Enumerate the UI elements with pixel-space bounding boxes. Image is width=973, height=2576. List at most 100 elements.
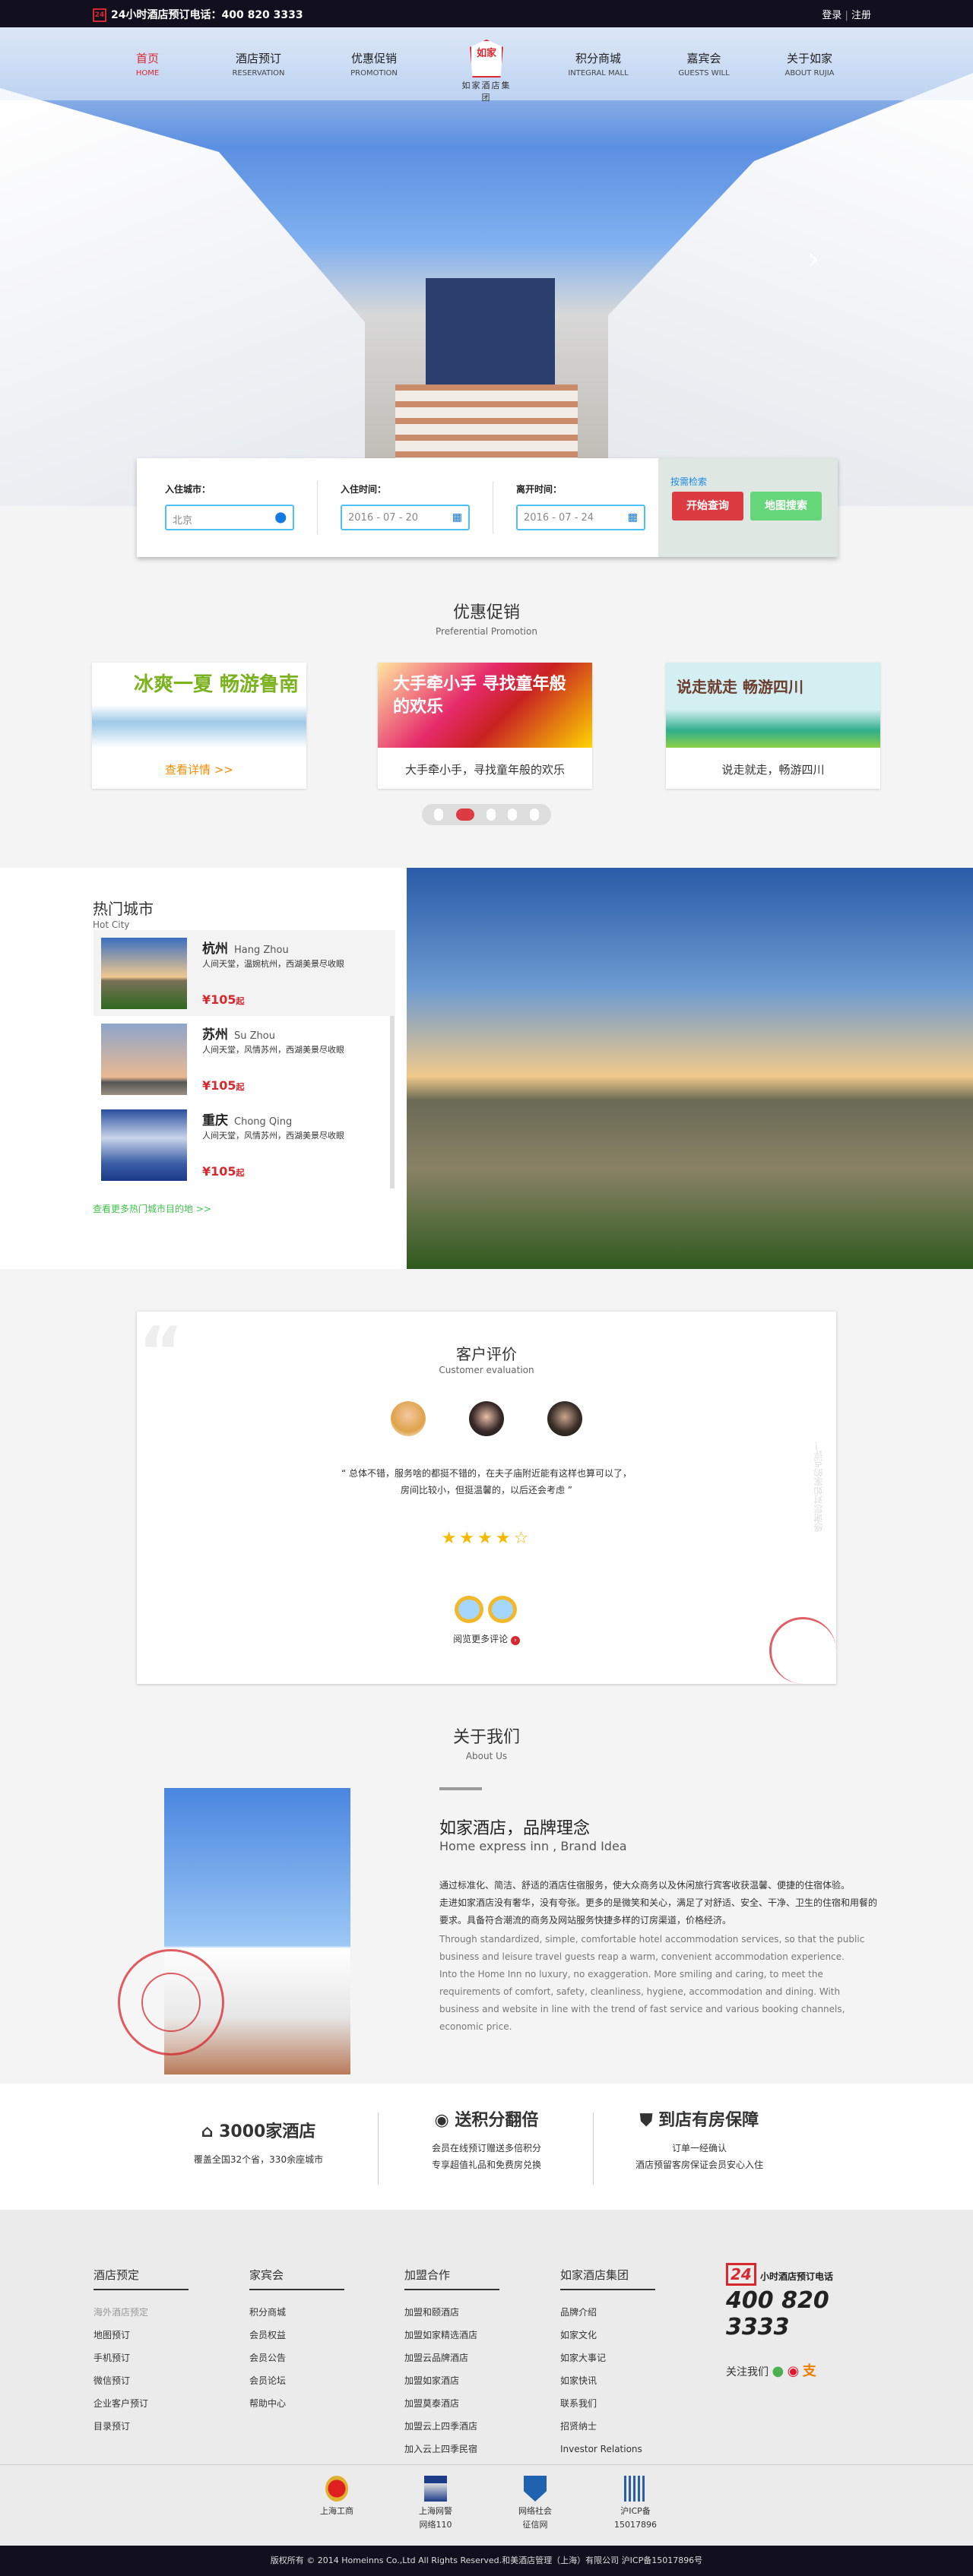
city-input[interactable]: 北京 ⬤ xyxy=(165,505,294,530)
calendar-icon[interactable]: ▦ xyxy=(452,511,462,524)
footer-link[interactable]: 帮助中心 xyxy=(249,2392,344,2415)
city-item[interactable]: 杭州 Hang Zhou 人间天堂，温婉杭州，西湖美景尽收眼 ¥105起 xyxy=(93,930,395,1016)
footer-link[interactable]: 加盟和颐酒店 xyxy=(404,2301,499,2324)
arrow-right-icon: › xyxy=(510,1636,520,1645)
city-photo xyxy=(101,1024,187,1095)
checkout-value: 2016 - 07 - 24 xyxy=(524,512,594,524)
login-link[interactable]: 登录 xyxy=(822,10,841,21)
weibo-icon[interactable]: ◉ xyxy=(788,2363,800,2379)
footer-link[interactable]: 手机预订 xyxy=(93,2347,189,2369)
nav-integral-mall[interactable]: 积分商城 INTEGRAL MALL xyxy=(553,50,644,78)
shield-badge-icon xyxy=(524,2476,547,2502)
footer-col-group: 如家酒店集团 品牌介绍 如家文化 如家大事记 如家快讯 联系我们 招贤纳士 Investor… xyxy=(560,2267,655,2460)
footer-link[interactable]: 会员论坛 xyxy=(249,2369,344,2392)
feature-item: ⌂ 3000家酒店 覆盖全国32个省，330余座城市 xyxy=(133,2118,384,2168)
carousel-dots xyxy=(422,804,551,825)
search-panel: 入住城市： 北京 ⬤ 入住时间： 2016 - 07 - 20 ▦ 离开时间： 2016 … xyxy=(137,458,838,557)
city-item[interactable]: 重庆 Chong Qing 人间天堂，风情苏州，西湖美景尽收眼 ¥105起 xyxy=(93,1102,395,1188)
footer-link[interactable]: 海外酒店预定 xyxy=(93,2301,189,2324)
promo-card[interactable]: 大手牵小手 寻找童年般的欢乐 大手牵小手，寻找童年般的欢乐 xyxy=(378,663,592,789)
footer-col-franchise: 加盟合作 加盟和颐酒店 加盟如家精选酒店 加盟云品牌酒店 加盟如家酒店 加盟莫泰酒店 加盟… xyxy=(404,2267,499,2460)
more-cities-link[interactable]: 查看更多热门城市目的地 >> xyxy=(93,1202,211,1215)
promo-card[interactable]: 说走就走 畅游四川 说走就走，畅游四川 xyxy=(666,663,880,789)
footer-link[interactable]: 如家大事记 xyxy=(560,2347,655,2369)
advanced-search-link[interactable]: 按需检索 xyxy=(670,475,707,488)
about-paragraph: 通过标准化、简洁、舒适的酒店住宿服务，使大众商务以及休闲旅行宾客收获温馨、便捷的… xyxy=(439,1880,851,1891)
nav-reservation[interactable]: 酒店预订 RESERVATION xyxy=(213,50,304,78)
footer-link[interactable]: 加盟莫泰酒店 xyxy=(404,2392,499,2415)
checkout-input[interactable]: 2016 - 07 - 24 ▦ xyxy=(516,505,645,530)
follow-label: 关注我们 xyxy=(726,2366,769,2378)
footer-link[interactable]: 加盟云品牌酒店 xyxy=(404,2347,499,2369)
promo-caption: 说走就走，畅游四川 xyxy=(721,763,825,777)
register-link[interactable]: 注册 xyxy=(851,10,871,21)
hotline-title: 小时酒店预订电话 xyxy=(759,2271,833,2282)
avatar[interactable] xyxy=(547,1401,582,1436)
map-search-button[interactable]: 地图搜索 xyxy=(750,492,822,521)
footer-link[interactable]: 加盟如家精选酒店 xyxy=(404,2324,499,2347)
city-price: ¥105 xyxy=(202,1078,236,1093)
home-express-stamp-icon xyxy=(118,1949,224,2055)
city-item[interactable]: 苏州 Su Zhou 人间天堂，风情苏州，西湖美景尽收眼 ¥105起 xyxy=(93,1016,395,1102)
more-reviews-link[interactable]: 阅览更多评论 › xyxy=(137,1632,836,1645)
badge-icp[interactable]: 沪ICP备 15017896 xyxy=(601,2476,670,2532)
carousel-dot[interactable] xyxy=(529,809,539,821)
calendar-icon[interactable]: ▦ xyxy=(628,511,638,524)
promo-banner-text: 大手牵小手 寻找童年般的欢乐 xyxy=(393,675,566,717)
footer-link[interactable]: 加入云上四季民宿 xyxy=(404,2438,499,2460)
section-title: 关于我们 xyxy=(452,1728,520,1747)
binoculars-icon xyxy=(453,1594,520,1625)
certification-badges: 上海工商 上海网警 网络110 网络社会 征信网 沪ICP备 15017896 xyxy=(0,2464,973,2546)
nav-promotion[interactable]: 优惠促销 PROMOTION xyxy=(328,50,420,78)
footer-link[interactable]: 品牌介绍 xyxy=(560,2301,655,2324)
checkin-input[interactable]: 2016 - 07 - 20 ▦ xyxy=(341,505,470,530)
shield-icon: ⛊ xyxy=(639,2111,653,2130)
promo-card[interactable]: 冰爽一夏 畅游鲁南 查看详情 >> xyxy=(92,663,306,789)
nav-home[interactable]: 首页 HOME xyxy=(102,50,193,78)
footer-link[interactable]: 如家文化 xyxy=(560,2324,655,2347)
footer-link[interactable]: 联系我们 xyxy=(560,2392,655,2415)
footer-link[interactable]: 加盟如家酒店 xyxy=(404,2369,499,2392)
footer-link[interactable]: 地图预订 xyxy=(93,2324,189,2347)
footer-link[interactable]: Investor Relations xyxy=(560,2438,655,2460)
footer-link[interactable]: 加盟云上四季酒店 xyxy=(404,2415,499,2438)
city-photo xyxy=(101,1109,187,1181)
badge-cyber-police[interactable]: 上海网警 网络110 xyxy=(401,2476,470,2532)
city-desc: 人间天堂，温婉杭州，西湖美景尽收眼 xyxy=(202,959,344,969)
stamp-icon xyxy=(769,1617,836,1684)
carousel-dot[interactable] xyxy=(508,809,518,821)
next-arrow-icon[interactable]: › xyxy=(807,242,819,277)
footer-link[interactable]: 企业客户预订 xyxy=(93,2392,189,2415)
avatar[interactable] xyxy=(469,1401,504,1436)
review-quote: 房间比较小，但挺温馨的，以后还会考虑 ” xyxy=(400,1485,573,1495)
carousel-dot-active[interactable] xyxy=(455,809,474,821)
carousel-dot[interactable] xyxy=(434,809,444,821)
wechat-icon[interactable]: ● xyxy=(772,2363,784,2379)
promo-details-link[interactable]: 查看详情 >> xyxy=(92,761,306,777)
alipay-icon[interactable]: 支 xyxy=(803,2363,816,2379)
footer-link[interactable]: 会员公告 xyxy=(249,2347,344,2369)
hero-building-left xyxy=(0,88,365,506)
badge-shanghai-commerce[interactable]: 上海工商 xyxy=(303,2476,371,2518)
footer-link[interactable]: 目录预订 xyxy=(93,2415,189,2438)
checkout-label: 离开时间： xyxy=(516,484,563,495)
checkin-label: 入住时间： xyxy=(341,484,387,495)
footer-link[interactable]: 招贤纳士 xyxy=(560,2415,655,2438)
carousel-dot[interactable] xyxy=(486,809,496,821)
hotline-text: 24小时酒店预订电话：400 820 3333 xyxy=(111,9,303,21)
footer-link[interactable]: 微信预订 xyxy=(93,2369,189,2392)
avatar[interactable] xyxy=(391,1401,426,1436)
promo-banner-text: 冰爽一夏 畅游鲁南 xyxy=(134,673,300,696)
nav-guests[interactable]: 嘉宾会 GUESTS WILL xyxy=(658,50,750,78)
logo[interactable]: 如家 如家酒店集团 xyxy=(458,40,515,103)
features-band: ⌂ 3000家酒店 覆盖全国32个省，330余座城市 ◉ 送积分翻倍 会员在线预订赠… xyxy=(0,2084,973,2210)
footer-col-title: 加盟合作 xyxy=(404,2267,499,2290)
footer-link[interactable]: 积分商城 xyxy=(249,2301,344,2324)
badge-credit[interactable]: 网络社会 征信网 xyxy=(501,2476,569,2532)
police-icon xyxy=(424,2476,447,2502)
footer-link[interactable]: 会员权益 xyxy=(249,2324,344,2347)
section-subtitle: Preferential Promotion xyxy=(436,626,537,637)
nav-about[interactable]: 关于如家 ABOUT RUJIA xyxy=(764,50,855,78)
footer-link[interactable]: 如家快讯 xyxy=(560,2369,655,2392)
search-button[interactable]: 开始查询 xyxy=(672,492,743,521)
